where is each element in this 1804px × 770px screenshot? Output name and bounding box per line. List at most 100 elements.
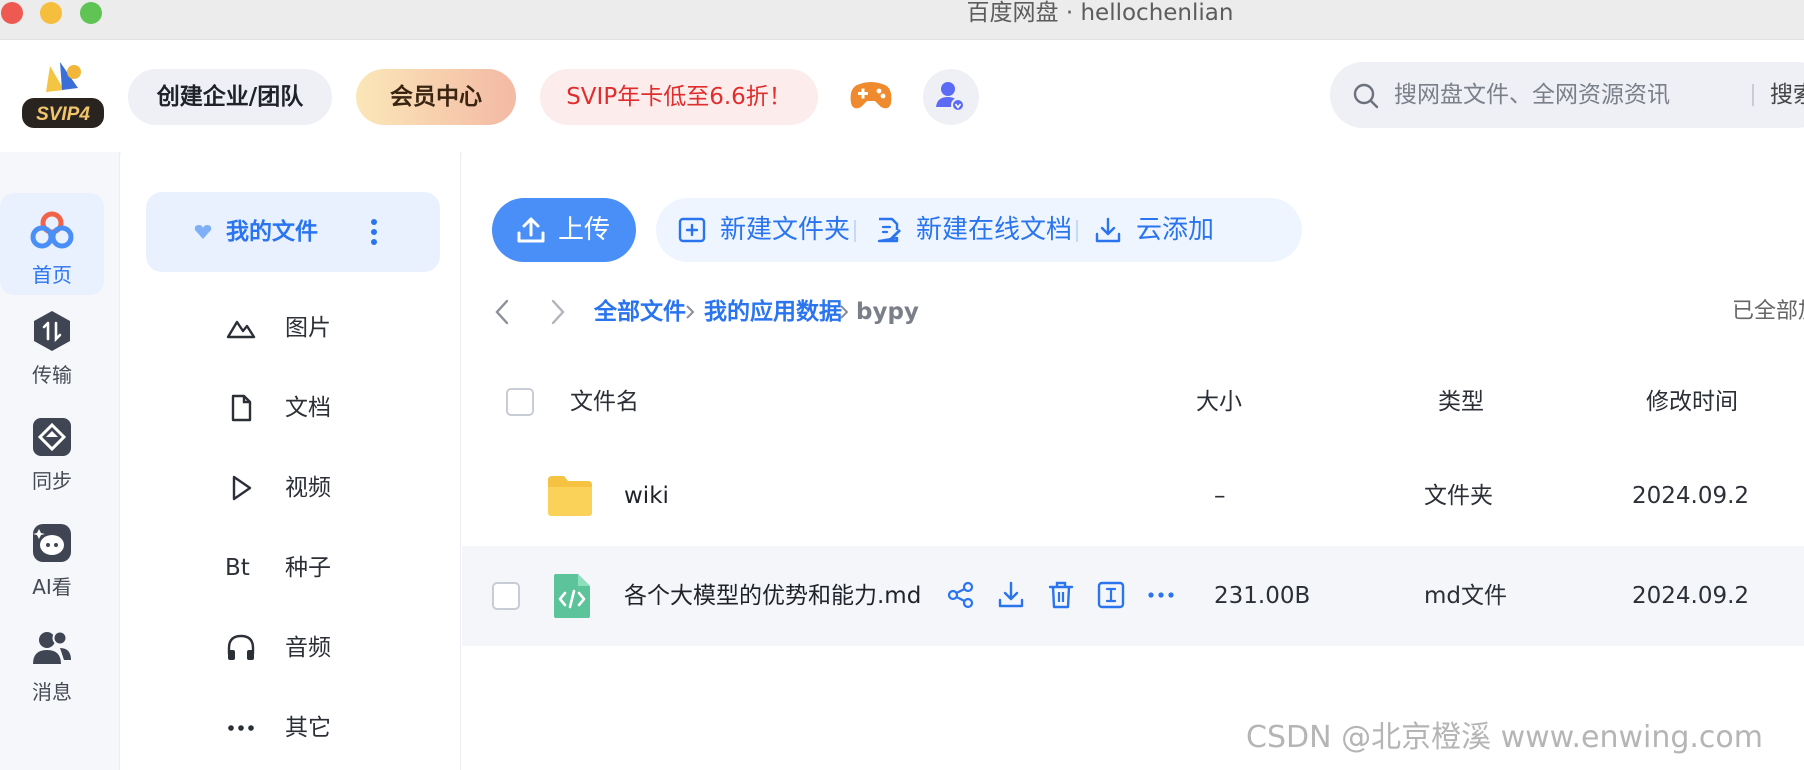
table-row[interactable]: 各个大模型的优势和能力.md 231.00B md文件 2024.09.2 <box>462 546 1804 646</box>
more-horizontal-icon[interactable] <box>1146 580 1176 610</box>
sidebar-item-torrents[interactable]: Bt 种子 <box>225 536 445 596</box>
breadcrumb-app-data[interactable]: 我的应用数据 <box>704 292 842 332</box>
nav-item-home[interactable]: 首页 <box>0 193 104 295</box>
search-button[interactable]: 搜索 <box>1770 62 1804 128</box>
share-icon[interactable] <box>946 580 976 610</box>
breadcrumb-current: bypy <box>856 299 919 325</box>
new-folder-icon <box>678 217 706 243</box>
forward-arrow-icon[interactable] <box>546 298 568 326</box>
upload-button[interactable]: 上传 <box>492 198 636 262</box>
file-size: – <box>1214 483 1226 509</box>
sidebar-item-label: 其它 <box>285 715 331 741</box>
sidebar-item-label: 我的文件 <box>226 219 318 245</box>
cloud-add-label: 云添加 <box>1136 215 1215 245</box>
sidebar-item-label: 文档 <box>285 395 331 421</box>
logo-text: SVIP4 <box>36 104 90 125</box>
upload-label: 上传 <box>558 215 611 245</box>
window-title: 百度网盘 · hellochenlian <box>966 0 1234 26</box>
new-folder-label: 新建文件夹 <box>720 215 851 245</box>
document-icon <box>231 394 252 422</box>
nav-item-sync[interactable]: 同步 <box>0 399 104 501</box>
search-input[interactable] <box>1394 62 1724 128</box>
new-doc-label: 新建在线文档 <box>916 215 1073 245</box>
main-content: 上传 新建文件夹 新建在线文档 云添加 全部文件 我的应用数据 bypy 已全部… <box>462 152 1804 770</box>
image-icon <box>226 320 256 339</box>
video-icon <box>232 475 252 501</box>
zoom-window-button[interactable] <box>80 2 102 24</box>
title-bar: 百度网盘 · hellochenlian <box>0 0 1804 40</box>
nav-label: 消息 <box>32 680 72 704</box>
folder-icon <box>548 476 592 516</box>
sidebar-item-other[interactable]: 其它 <box>225 696 445 756</box>
nav-item-message[interactable]: 消息 <box>0 610 104 712</box>
rename-icon[interactable] <box>1096 580 1126 610</box>
message-icon <box>33 630 71 664</box>
toolbar-divider <box>1076 220 1078 242</box>
sidebar-item-documents[interactable]: 文档 <box>225 376 445 436</box>
sidebar-item-audio[interactable]: 音频 <box>225 616 445 676</box>
file-name[interactable]: wiki <box>624 446 669 546</box>
user-avatar-button[interactable] <box>923 69 979 125</box>
svip-logo[interactable]: SVIP4 <box>20 60 106 130</box>
select-all-checkbox[interactable] <box>506 388 534 416</box>
home-icon <box>30 211 74 249</box>
gamepad-icon[interactable] <box>849 79 893 113</box>
file-modified: 2024.09.2 <box>1632 483 1750 509</box>
app-header: SVIP4 创建企业/团队 会员中心 SVIP年卡低至6.6折！ 搜索 <box>0 40 1804 152</box>
sidebar-item-label: 种子 <box>285 555 331 581</box>
vip-center-button[interactable]: 会员中心 <box>356 69 516 125</box>
nav-item-ai[interactable]: AI看 <box>0 505 104 607</box>
download-icon <box>1095 217 1121 243</box>
sidebar-item-videos[interactable]: 视频 <box>225 456 445 516</box>
left-nav: 首页 传输 同步 AI看 消息 <box>0 152 120 770</box>
table-header: 文件名 大小 类型 修改时间 <box>492 374 1802 430</box>
upload-icon <box>517 217 545 243</box>
breadcrumb-all-files[interactable]: 全部文件 <box>594 292 686 332</box>
search-icon <box>1353 83 1379 109</box>
search-divider <box>1752 84 1754 106</box>
create-team-button[interactable]: 创建企业/团队 <box>128 69 332 125</box>
nav-label: 同步 <box>32 469 72 493</box>
download-icon[interactable] <box>996 580 1026 610</box>
file-name[interactable]: 各个大模型的优势和能力.md <box>624 546 921 646</box>
transfer-icon <box>34 311 70 351</box>
toolbar-divider <box>854 220 856 242</box>
breadcrumb: 全部文件 我的应用数据 bypy 已全部加载 <box>492 292 1804 332</box>
svip-promo-button[interactable]: SVIP年卡低至6.6折！ <box>540 69 818 125</box>
load-status: 已全部加载 <box>1732 299 1804 324</box>
sync-icon <box>33 418 71 456</box>
close-window-button[interactable] <box>1 2 23 24</box>
code-file-icon <box>554 574 590 618</box>
column-type[interactable]: 类型 <box>1438 374 1484 430</box>
file-size: 231.00B <box>1214 583 1311 609</box>
delete-icon[interactable] <box>1046 580 1076 610</box>
nav-item-transfer[interactable]: 传输 <box>0 293 104 395</box>
column-size[interactable]: 大小 <box>1196 374 1242 430</box>
watermark-text: CSDN @北京橙溪 www.enwing.com <box>1246 720 1764 755</box>
nav-label: AI看 <box>32 575 72 599</box>
user-icon <box>936 82 965 112</box>
column-name[interactable]: 文件名 <box>570 374 639 430</box>
file-type: 文件夹 <box>1424 483 1493 509</box>
heart-caret-icon <box>194 225 212 239</box>
back-arrow-icon[interactable] <box>492 298 514 326</box>
sidebar-item-label: 视频 <box>285 475 331 501</box>
sidebar-item-label: 图片 <box>285 315 331 341</box>
sidebar-item-images[interactable]: 图片 <box>225 296 445 356</box>
row-checkbox[interactable] <box>492 582 520 610</box>
sidebar-item-my-files[interactable]: 我的文件 <box>146 192 440 272</box>
more-vertical-icon[interactable] <box>368 214 380 250</box>
search-bar: 搜索 <box>1330 62 1804 128</box>
file-modified: 2024.09.2 <box>1632 583 1750 609</box>
torrent-icon: Bt <box>225 555 250 581</box>
column-modified[interactable]: 修改时间 <box>1646 374 1738 430</box>
other-icon <box>228 725 254 731</box>
audio-icon <box>227 634 255 660</box>
file-type: md文件 <box>1424 583 1508 609</box>
ai-icon <box>33 524 71 562</box>
nav-label: 首页 <box>32 263 72 287</box>
sidebar-item-label: 音频 <box>285 635 331 661</box>
table-row[interactable]: wiki – 文件夹 2024.09.2 <box>462 446 1804 546</box>
minimize-window-button[interactable] <box>40 2 62 24</box>
chevron-right-icon <box>840 305 849 319</box>
